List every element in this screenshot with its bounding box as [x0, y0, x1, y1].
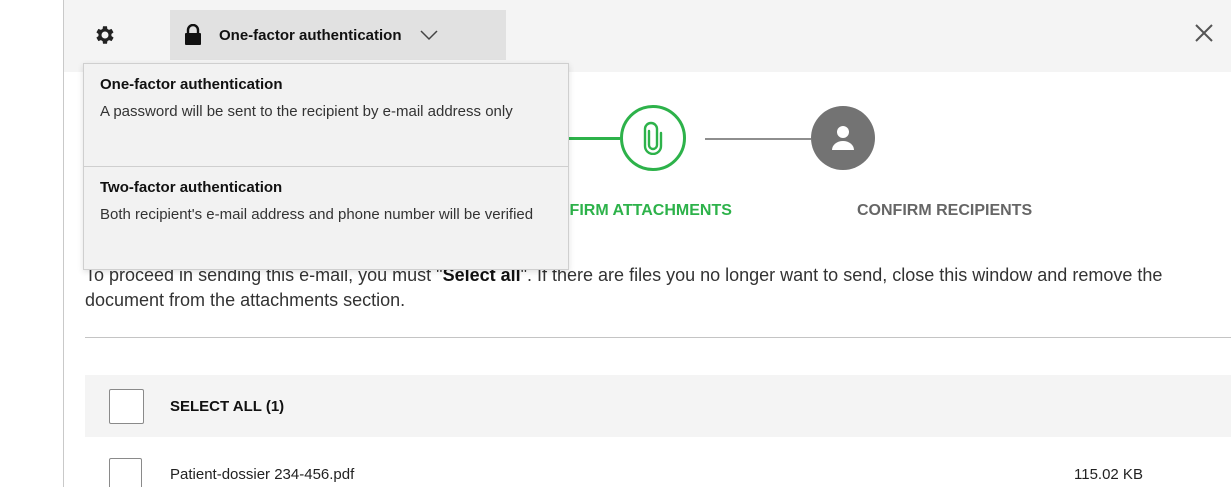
lock-icon [184, 24, 202, 46]
option-title: Two-factor authentication [100, 179, 283, 196]
settings-button[interactable] [72, 10, 138, 60]
file-row[interactable]: Patient-dossier 234-456.pdf 115.02 KB [85, 449, 1231, 487]
step-confirm-recipients [811, 106, 875, 170]
authentication-dropdown-menu: One-factor authentication A password wil… [83, 63, 569, 270]
authentication-select[interactable]: One-factor authentication [170, 10, 506, 60]
chevron-down-icon [419, 30, 438, 41]
step-confirm-attachments [620, 105, 686, 171]
user-icon [832, 126, 854, 150]
file-checkbox[interactable] [109, 458, 142, 487]
close-icon[interactable] [1191, 20, 1217, 46]
file-size: 115.02 KB [1074, 466, 1143, 483]
dialog-toolbar: One-factor authentication [64, 0, 1231, 72]
gear-icon [96, 26, 114, 44]
step-connector-pending [705, 138, 811, 140]
select-all-checkbox[interactable] [109, 388, 144, 424]
option-title: One-factor authentication [100, 76, 283, 93]
option-description: Both recipient's e-mail address and phon… [100, 206, 534, 223]
select-all-label: SELECT ALL (1) [170, 397, 285, 415]
option-two-factor[interactable]: Two-factor authentication Both recipient… [84, 167, 568, 270]
option-description: A password will be sent to the recipient… [100, 103, 513, 120]
file-name: Patient-dossier 234-456.pdf [170, 466, 355, 483]
select-all-row[interactable]: SELECT ALL (1) [85, 375, 1231, 437]
option-one-factor[interactable]: One-factor authentication A password wil… [84, 64, 568, 167]
paperclip-icon [643, 121, 663, 155]
authentication-select-value: One-factor authentication [219, 26, 402, 44]
divider [85, 337, 1231, 338]
instructions-text: To proceed in sending this e-mail, you m… [85, 263, 1215, 313]
step-label-confirm-recipients: CONFIRM RECIPIENTS [857, 202, 1033, 219]
attachment-dialog: One-factor authentication CONFIRM ATTACH… [64, 0, 1231, 487]
